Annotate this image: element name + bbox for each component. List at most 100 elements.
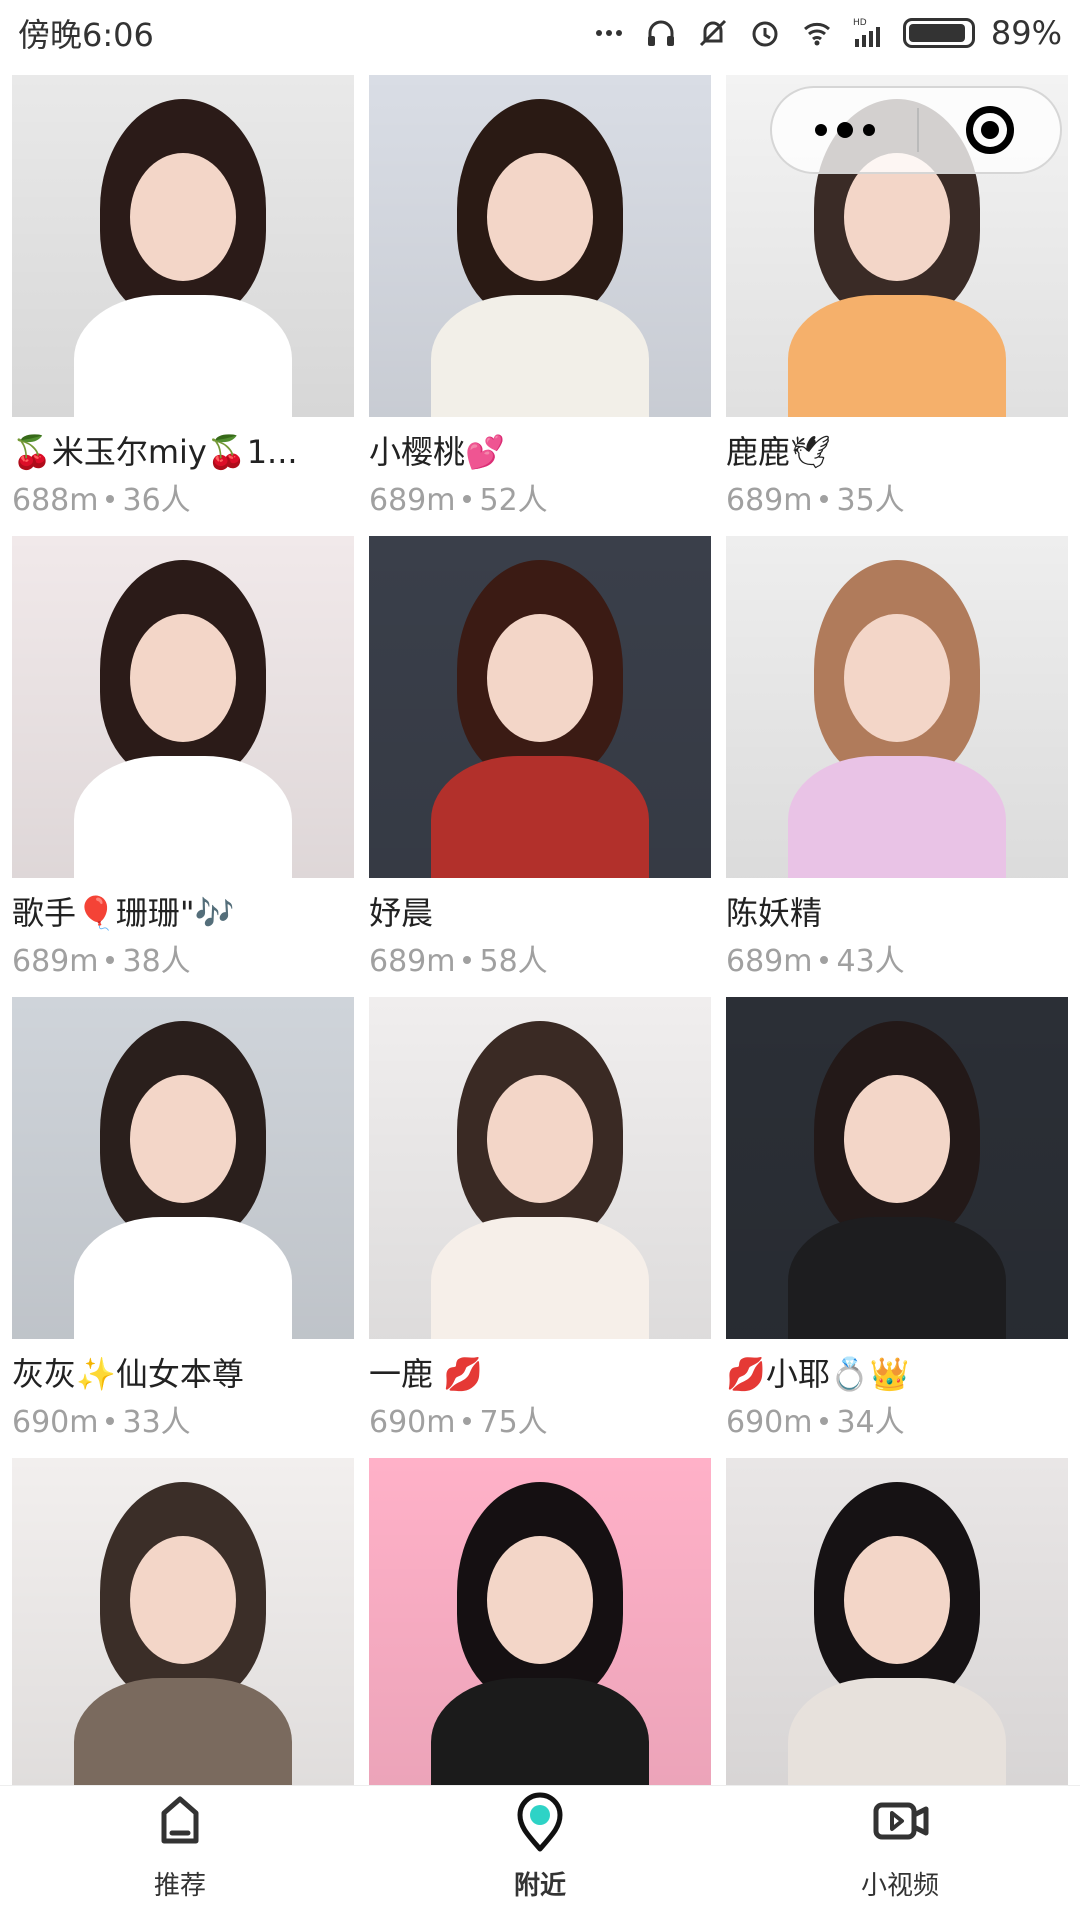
bottom-tabbar: 推荐 附近 小视频 [0,1785,1080,1920]
profile-name: 歌手🎈珊珊"🎶 [12,894,235,932]
photo-face-shape [844,614,950,742]
profile-card[interactable]: 陈妖精 689m 43人 [726,536,1068,997]
video-icon [873,1802,929,1840]
profile-meta: 690m 75人 [369,1397,711,1441]
profile-name: 灰灰✨仙女本尊 [12,1355,244,1393]
photo-face-shape [487,1536,593,1664]
meta-separator [463,955,472,964]
profile-count: 43人 [836,944,905,979]
photo-body-shape [74,1217,292,1339]
photo-face-shape [487,153,593,281]
profile-card[interactable]: 妤晨 689m 58人 [369,536,711,997]
profile-photo[interactable] [369,1458,711,1785]
battery-percent: 89% [990,14,1062,52]
profile-card[interactable]: 灰灰✨仙女本尊 690m 33人 [12,997,354,1458]
meta-separator [463,1416,472,1425]
profile-meta: 688m 36人 [12,475,354,519]
alarm-icon [752,21,778,47]
meta-separator [820,1416,829,1425]
meta-separator [820,494,829,503]
status-icons: HD 89% [591,14,1062,52]
profile-meta: 690m 34人 [726,1397,1068,1441]
photo-body-shape [788,756,1006,878]
miniapp-capsule[interactable] [770,86,1062,174]
profile-name: 妤晨 [369,894,434,932]
profile-meta: 689m 58人 [369,936,711,980]
profile-count: 36人 [122,483,191,518]
profile-photo[interactable] [726,997,1068,1339]
profile-photo[interactable] [726,1458,1068,1785]
photo-body-shape [74,295,292,417]
profile-photo[interactable] [369,75,711,417]
profile-distance: 689m [726,944,813,979]
profile-name: 💋小耶💍👑 [726,1355,910,1393]
profile-distance: 690m [726,1405,813,1440]
wifi-icon [803,22,830,46]
tab-label: 推荐 [153,1871,206,1901]
profile-card[interactable]: 小樱桃💕 689m 52人 [369,75,711,536]
profile-distance: 689m [12,944,99,979]
battery-icon [902,18,975,48]
profile-photo[interactable] [12,536,354,878]
profile-meta: 689m 35人 [726,475,1068,519]
meta-separator [463,494,472,503]
profile-distance: 689m [726,483,813,518]
tab-label: 附近 [513,1871,566,1901]
tab-short-video[interactable]: 小视频 [800,1789,1000,1902]
profile-count: 52人 [479,483,548,518]
profile-photo[interactable] [369,997,711,1339]
photo-face-shape [130,614,236,742]
profile-count: 58人 [479,944,548,979]
profile-meta: 689m 38人 [12,936,354,980]
meta-separator [106,955,115,964]
profile-card[interactable] [369,1458,711,1785]
profile-photo[interactable] [12,997,354,1339]
profile-meta: 690m 33人 [12,1397,354,1441]
hd-signal-icon: HD [853,18,880,47]
photo-face-shape [130,153,236,281]
headphones-icon [647,20,674,46]
profile-photo[interactable] [12,75,354,417]
profile-card[interactable]: 🍒米玉尔miy🍒1... 688m 36人 [12,75,354,536]
photo-face-shape [844,1075,950,1203]
profile-distance: 690m [12,1405,99,1440]
photo-body-shape [431,295,649,417]
photo-body-shape [788,1217,1006,1339]
more-dots-icon[interactable] [772,88,917,172]
profile-distance: 689m [369,483,456,518]
photo-body-shape [431,1678,649,1785]
home-icon [161,1796,199,1844]
profile-card[interactable] [12,1458,354,1785]
profile-photo[interactable] [12,1458,354,1785]
profile-count: 35人 [836,483,905,518]
profile-card[interactable]: 一鹿 💋 690m 75人 [369,997,711,1458]
svg-text:HD: HD [853,18,867,28]
mute-bell-icon [699,19,726,47]
profile-name: 鹿鹿🕊 [726,433,831,471]
profile-count: 34人 [836,1405,905,1440]
profile-distance: 689m [369,944,456,979]
profile-card[interactable] [726,1458,1068,1785]
profile-distance: 688m [12,483,99,518]
profile-name: 一鹿 💋 [369,1355,484,1393]
tab-label: 小视频 [860,1871,939,1901]
profile-card[interactable]: 歌手🎈珊珊"🎶 689m 38人 [12,536,354,997]
profile-name: 陈妖精 [726,894,823,932]
status-bar: 傍晚6:06 HD 89% [0,0,1080,66]
profile-photo[interactable] [726,536,1068,878]
photo-body-shape [788,1678,1006,1785]
photo-body-shape [74,756,292,878]
profile-distance: 690m [369,1405,456,1440]
profile-count: 38人 [122,944,191,979]
profile-card[interactable]: 💋小耶💍👑 690m 34人 [726,997,1068,1458]
profile-meta: 689m 52人 [369,475,711,519]
target-close-icon[interactable] [919,106,1060,154]
meta-separator [820,955,829,964]
profile-count: 75人 [479,1405,548,1440]
photo-face-shape [130,1536,236,1664]
tab-recommend[interactable]: 推荐 [80,1789,280,1902]
tab-nearby[interactable]: 附近 [440,1789,640,1902]
profile-name: 🍒米玉尔miy🍒1... [12,433,298,471]
photo-body-shape [431,756,649,878]
profile-photo[interactable] [369,536,711,878]
